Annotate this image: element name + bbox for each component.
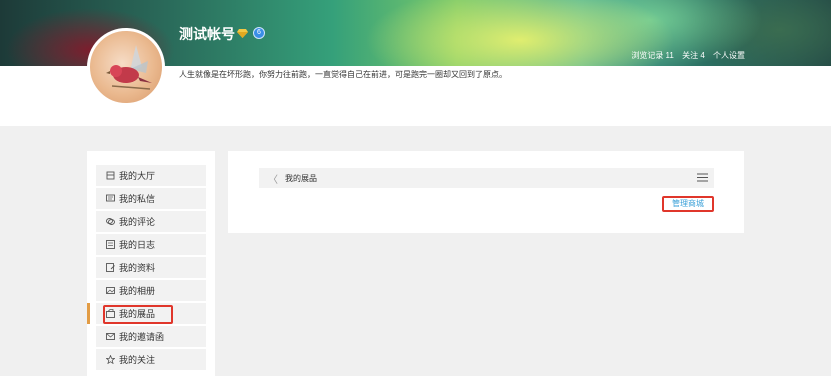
- sidebar-highlight-box: [103, 305, 173, 324]
- back-arrow-icon[interactable]: 〈: [263, 171, 283, 186]
- header-links: 浏览记录 11 关注 4 个人设置: [625, 50, 745, 61]
- sidebar-item-hall[interactable]: 我的大厅: [96, 165, 206, 186]
- sidebar-item-label: 我的邀请函: [119, 332, 165, 342]
- sidebar-item-label: 我的关注: [119, 355, 156, 365]
- profile-icon: [106, 263, 115, 272]
- sidebar-item-label: 我的大厅: [119, 171, 156, 181]
- sidebar-item-label: 我的相册: [119, 286, 156, 296]
- settings-link[interactable]: 个人设置: [713, 51, 745, 60]
- sidebar-item-comments[interactable]: 我的评论: [96, 211, 206, 232]
- hamburger-menu-icon[interactable]: [697, 173, 708, 182]
- active-indicator: [87, 303, 90, 324]
- level-badge: 6: [253, 27, 265, 39]
- account-title: 测试帐号: [179, 26, 235, 42]
- sidebar-item-messages[interactable]: 我的私信: [96, 188, 206, 209]
- invitation-icon: [106, 333, 115, 340]
- sidebar-item-invitations[interactable]: 我的邀请函: [96, 326, 206, 347]
- message-icon: [106, 194, 115, 202]
- sidebar-item-journal[interactable]: 我的日志: [96, 234, 206, 255]
- journal-icon: [106, 240, 115, 249]
- star-icon: [106, 355, 115, 364]
- sidebar-item-label: 我的日志: [119, 240, 156, 250]
- following-link[interactable]: 关注 4: [682, 51, 705, 60]
- sidebar-item-label: 我的私信: [119, 194, 156, 204]
- sidebar-item-label: 我的评论: [119, 217, 156, 227]
- hall-icon: [106, 171, 115, 180]
- comment-icon: [106, 218, 115, 225]
- sidebar-item-album[interactable]: 我的相册: [96, 280, 206, 301]
- profile-motto: 人生就像是在坏形跑，你努力往前跑，一直觉得自己在前进，可是跑完一圈却又回到了原点…: [179, 70, 507, 79]
- vip-gem-icon: [237, 29, 248, 38]
- browse-history-link[interactable]: 浏览记录 11: [631, 51, 674, 60]
- album-icon: [106, 287, 115, 294]
- sidebar-item-following[interactable]: 我的关注: [96, 349, 206, 370]
- panel-toolbar: 〈 我的展品: [259, 168, 714, 188]
- panel-title: 我的展品: [285, 173, 317, 183]
- sidebar-item-label: 我的资料: [119, 263, 156, 273]
- sidebar: 我的大厅 我的私信 我的评论 我的日志 我的资料 我的相册 我的展品 我的邀请函…: [87, 151, 215, 376]
- manage-mall-button[interactable]: 管理商城: [662, 196, 714, 212]
- avatar[interactable]: [87, 28, 165, 106]
- sidebar-item-profile[interactable]: 我的资料: [96, 257, 206, 278]
- exhibits-panel: 〈 我的展品 管理商城: [228, 151, 744, 233]
